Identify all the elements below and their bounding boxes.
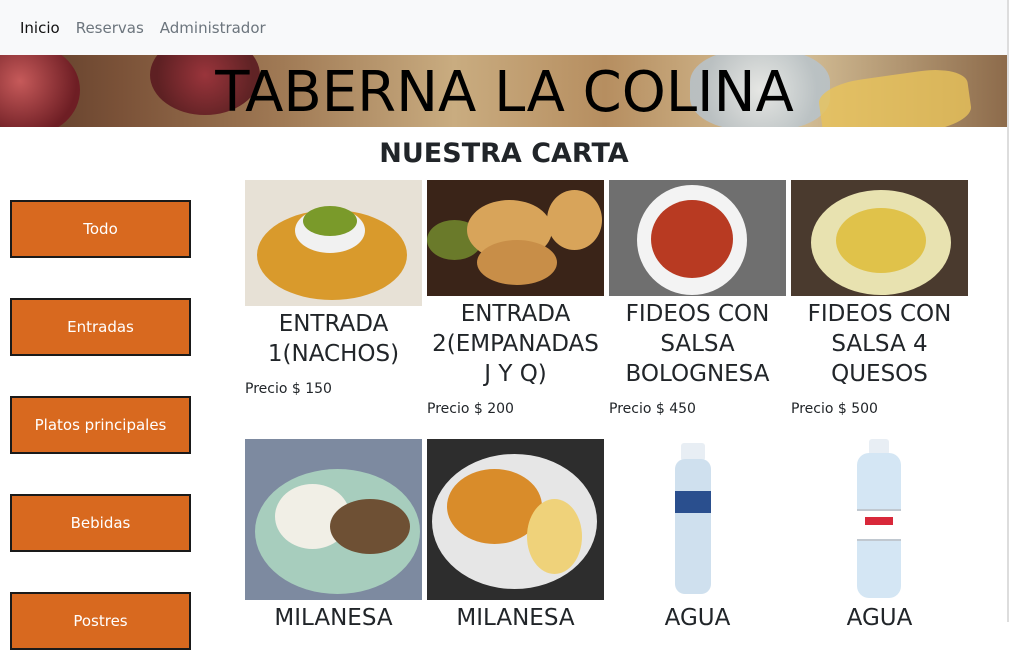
- product-card[interactable]: AGUA: [609, 439, 786, 633]
- product-name: FIDEOS CON SALSA 4 QUESOS: [807, 301, 952, 387]
- category-button-bebidas[interactable]: Bebidas: [10, 494, 191, 552]
- product-card[interactable]: AGUA: [791, 439, 968, 633]
- product-image: [245, 180, 422, 306]
- product-card[interactable]: MILANESA: [245, 439, 422, 633]
- navbar: Inicio Reservas Administrador: [0, 0, 1009, 55]
- product-name: FIDEOS CON SALSA BOLOGNESA: [625, 301, 770, 387]
- product-price: Precio $ 150: [245, 381, 332, 397]
- category-button-postres[interactable]: Postres: [10, 592, 191, 650]
- product-image: [791, 180, 968, 296]
- restaurant-title: TABERNA LA COLINA: [215, 60, 794, 125]
- nav-link-administrador[interactable]: Administrador: [160, 19, 266, 37]
- product-name: MILANESA: [456, 605, 575, 631]
- product-image: [427, 180, 604, 296]
- category-button-todo[interactable]: Todo: [10, 200, 191, 258]
- product-image: [791, 439, 968, 600]
- product-price: Precio $ 450: [609, 401, 696, 417]
- product-image: [609, 439, 786, 600]
- product-card[interactable]: FIDEOS CON SALSA 4 QUESOS Precio $ 500: [791, 180, 968, 417]
- product-name: AGUA: [664, 605, 731, 631]
- product-card[interactable]: FIDEOS CON SALSA BOLOGNESA Precio $ 450: [609, 180, 786, 417]
- menu-title: NUESTRA CARTA: [379, 138, 629, 169]
- product-name: ENTRADA 2(EMPANADAS J Y Q): [432, 301, 599, 387]
- product-name: AGUA: [846, 605, 913, 631]
- product-name: ENTRADA 1(NACHOS): [267, 311, 400, 367]
- category-button-entradas[interactable]: Entradas: [10, 298, 191, 356]
- product-image: [427, 439, 604, 600]
- product-card[interactable]: ENTRADA 2(EMPANADAS J Y Q) Precio $ 200: [427, 180, 604, 417]
- nav-link-reservas[interactable]: Reservas: [76, 19, 144, 37]
- product-price: Precio $ 200: [427, 401, 514, 417]
- nav-link-inicio[interactable]: Inicio: [20, 19, 60, 37]
- product-name: MILANESA: [274, 605, 393, 631]
- product-image: [245, 439, 422, 600]
- product-price: Precio $ 500: [791, 401, 878, 417]
- product-card[interactable]: MILANESA: [427, 439, 604, 633]
- product-card[interactable]: ENTRADA 1(NACHOS) Precio $ 150: [245, 180, 422, 397]
- category-button-platos-principales[interactable]: Platos principales: [10, 396, 191, 454]
- hero-banner: TABERNA LA COLINA: [0, 55, 1009, 127]
- product-image: [609, 180, 786, 296]
